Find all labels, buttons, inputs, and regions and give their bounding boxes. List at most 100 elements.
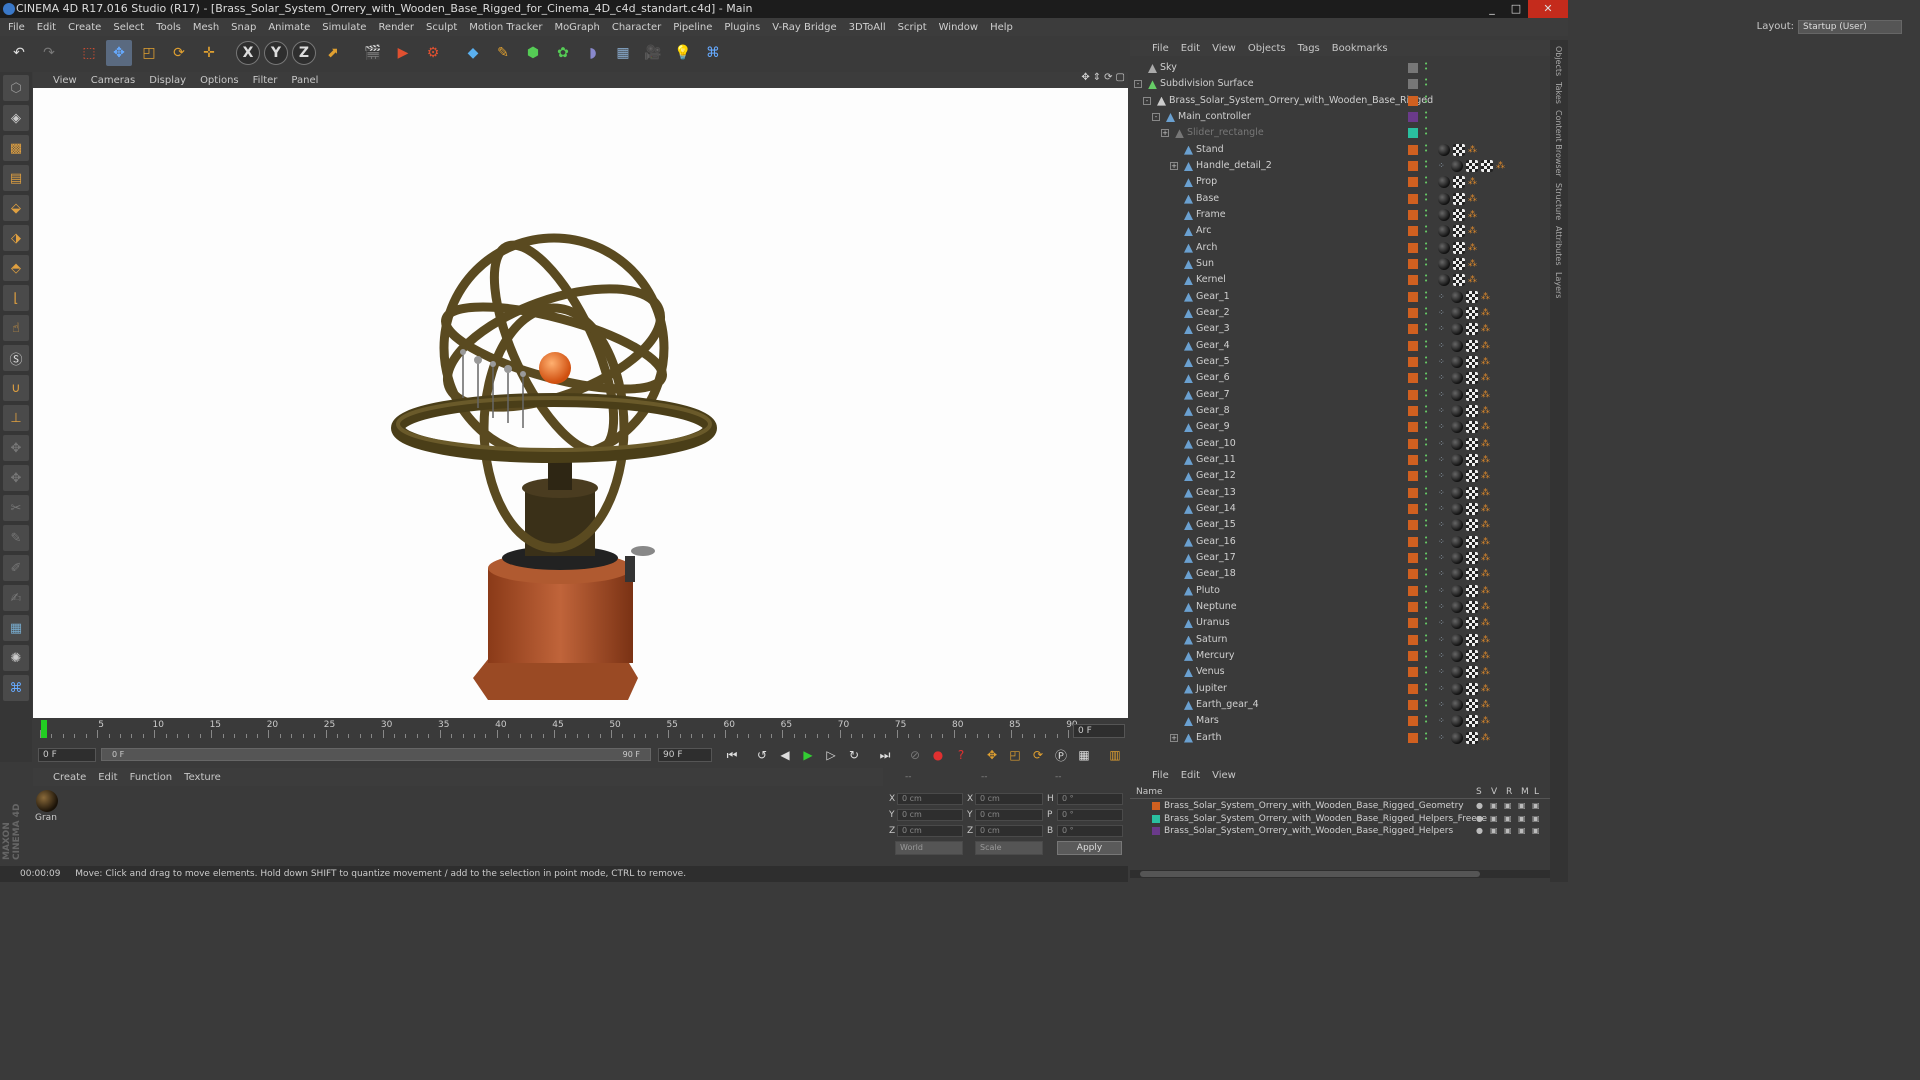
- deformer-icon[interactable]: ◗: [580, 40, 606, 66]
- constraint-tag-icon[interactable]: ⁘: [1438, 650, 1448, 662]
- layer-color-swatch[interactable]: [1408, 356, 1418, 367]
- layer-color-swatch[interactable]: [1408, 520, 1418, 531]
- layer-color-swatch[interactable]: [1408, 258, 1418, 269]
- render-settings-icon[interactable]: ⚙: [420, 40, 446, 66]
- playhead[interactable]: [41, 720, 47, 738]
- points-mode-icon[interactable]: ⬙: [3, 195, 29, 221]
- autokey-icon[interactable]: ?: [952, 746, 970, 764]
- layer-color-swatch[interactable]: [1408, 699, 1418, 710]
- layer-color-swatch[interactable]: [1408, 536, 1418, 547]
- object-row-gear-15[interactable]: Gear_15 • • ⁘ ⁂: [1130, 517, 1550, 533]
- side-tab-structure[interactable]: Structure: [1554, 183, 1563, 220]
- layer-color-swatch[interactable]: [1408, 503, 1418, 514]
- camera-icon[interactable]: 🎥: [640, 40, 666, 66]
- ik-tag-icon[interactable]: ⁂: [1481, 340, 1491, 352]
- visibility-dots-icon[interactable]: • •: [1424, 158, 1428, 170]
- layer-color-swatch[interactable]: [1152, 814, 1160, 823]
- menu-motion-tracker[interactable]: Motion Tracker: [469, 22, 542, 33]
- ik-tag-icon[interactable]: ⁂: [1481, 421, 1491, 433]
- texture-tag-icon[interactable]: [1453, 192, 1465, 205]
- scale-tool-icon[interactable]: ◰: [136, 40, 162, 66]
- layer-color-swatch[interactable]: [1408, 340, 1418, 351]
- material-tag-icon[interactable]: [1451, 519, 1463, 532]
- texture-tag-icon[interactable]: [1466, 470, 1478, 483]
- brush-tool-icon[interactable]: ✎: [3, 525, 29, 551]
- constraint-tag-icon[interactable]: ⁘: [1438, 666, 1448, 678]
- ik-tag-icon[interactable]: ⁂: [1481, 666, 1491, 678]
- key-move-icon[interactable]: ✥: [983, 746, 1001, 764]
- spline-pen-icon[interactable]: ✎: [490, 40, 516, 66]
- record-icon[interactable]: ●: [929, 746, 947, 764]
- viewport-toggle-icon[interactable]: ▢: [1116, 72, 1125, 83]
- maximize-button[interactable]: □: [1504, 0, 1528, 18]
- texture-tag-icon[interactable]: [1466, 600, 1478, 613]
- ik-tag-icon[interactable]: ⁂: [1481, 470, 1491, 482]
- menu-select[interactable]: Select: [113, 22, 144, 33]
- menu-file[interactable]: File: [8, 22, 25, 33]
- object-row-frame[interactable]: Frame • • ⁂: [1130, 207, 1550, 223]
- soft-selection-icon[interactable]: ✥: [3, 465, 29, 491]
- frame-range-slider[interactable]: 0 F 90 F: [101, 748, 651, 761]
- workplane-mode-icon[interactable]: ▤: [3, 165, 29, 191]
- object-row-gear-5[interactable]: Gear_5 • • ⁘ ⁂: [1130, 354, 1550, 370]
- expand-toggle-icon[interactable]: +: [1161, 129, 1169, 138]
- object-row-gear-3[interactable]: Gear_3 • • ⁘ ⁂: [1130, 321, 1550, 337]
- go-to-end-icon[interactable]: ⏭: [876, 746, 894, 764]
- menu-sculpt[interactable]: Sculpt: [426, 22, 457, 33]
- visibility-dots-icon[interactable]: • •: [1424, 469, 1428, 481]
- texture-tag-icon[interactable]: [1466, 421, 1478, 434]
- object-row-kernel[interactable]: Kernel • • ⁂: [1130, 272, 1550, 288]
- object-row-main-controller[interactable]: - Main_controller • •: [1130, 109, 1550, 125]
- x-axis-lock-icon[interactable]: X: [236, 41, 260, 65]
- visibility-dots-icon[interactable]: • •: [1424, 534, 1428, 546]
- object-row-gear-1[interactable]: Gear_1 • • ⁘ ⁂: [1130, 289, 1550, 305]
- ik-tag-icon[interactable]: ⁂: [1481, 650, 1491, 662]
- start-frame-field[interactable]: 0 F: [38, 748, 96, 762]
- object-row-sun[interactable]: Sun • • ⁂: [1130, 256, 1550, 272]
- coord-space-select[interactable]: World: [895, 841, 963, 855]
- coord-size-field[interactable]: 0 cm: [975, 825, 1043, 837]
- redo-icon[interactable]: ↷: [36, 40, 62, 66]
- texture-tag-icon[interactable]: [1466, 731, 1478, 744]
- texture-tag-icon[interactable]: [1466, 649, 1478, 662]
- menu-mograph[interactable]: MoGraph: [554, 22, 599, 33]
- material-tag-icon[interactable]: [1451, 600, 1463, 613]
- constraint-tag-icon[interactable]: ⁘: [1438, 683, 1448, 695]
- layer-color-swatch[interactable]: [1408, 193, 1418, 204]
- texture-tag-icon[interactable]: [1466, 551, 1478, 564]
- object-row-jupiter[interactable]: Jupiter • • ⁘ ⁂: [1130, 681, 1550, 697]
- key-scale-icon[interactable]: ◰: [1006, 746, 1024, 764]
- texture-mode-icon[interactable]: ▩: [3, 135, 29, 161]
- layer-color-swatch[interactable]: [1408, 667, 1418, 678]
- material-tag-icon[interactable]: [1451, 404, 1463, 417]
- material-tag-icon[interactable]: [1451, 633, 1463, 646]
- layer-color-swatch[interactable]: [1408, 275, 1418, 286]
- key-pla-icon[interactable]: ▦: [1075, 746, 1093, 764]
- object-row-neptune[interactable]: Neptune • • ⁘ ⁂: [1130, 599, 1550, 615]
- menu-pipeline[interactable]: Pipeline: [673, 22, 712, 33]
- ik-tag-icon[interactable]: ⁂: [1481, 291, 1491, 303]
- constraint-tag-icon[interactable]: ⁘: [1438, 536, 1448, 548]
- visibility-dots-icon[interactable]: • •: [1424, 354, 1428, 366]
- object-row-gear-16[interactable]: Gear_16 • • ⁘ ⁂: [1130, 534, 1550, 550]
- timeline-ruler[interactable]: 051015202530354045505560657075808590 0 F: [33, 718, 1128, 744]
- texture-tag-icon[interactable]: [1466, 715, 1478, 728]
- object-row-arc[interactable]: Arc • • ⁂: [1130, 223, 1550, 239]
- object-row-slider-rectangle[interactable]: + Slider_rectangle • •: [1130, 125, 1550, 141]
- material-tag-icon[interactable]: [1451, 649, 1463, 662]
- object-row-venus[interactable]: Venus • • ⁘ ⁂: [1130, 664, 1550, 680]
- coordinate-system-icon[interactable]: ⬈: [320, 40, 346, 66]
- constraint-tag-icon[interactable]: ⁘: [1438, 617, 1448, 629]
- layer-color-swatch[interactable]: [1408, 732, 1418, 743]
- next-key-icon[interactable]: ↻: [845, 746, 863, 764]
- 3d-viewport[interactable]: [33, 88, 1128, 718]
- layer-color-swatch[interactable]: [1408, 716, 1418, 727]
- menu-help[interactable]: Help: [990, 22, 1013, 33]
- visibility-dots-icon[interactable]: • •: [1424, 126, 1428, 138]
- key-param-icon[interactable]: Ⓟ: [1052, 746, 1070, 764]
- material-tag-icon[interactable]: [1451, 159, 1463, 172]
- object-row-earth[interactable]: + Earth • • ⁘ ⁂: [1130, 730, 1550, 746]
- ik-tag-icon[interactable]: ⁂: [1481, 601, 1491, 613]
- side-tab-layers[interactable]: Layers: [1554, 272, 1563, 298]
- texture-tag-icon[interactable]: [1466, 437, 1478, 450]
